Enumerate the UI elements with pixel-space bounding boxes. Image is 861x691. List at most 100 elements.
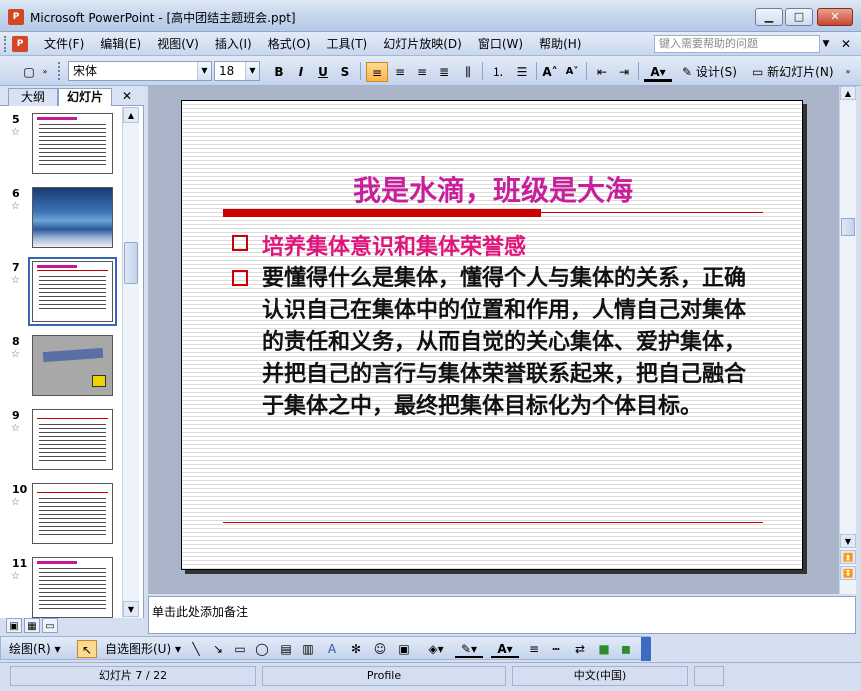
menu-edit[interactable]: 编辑(E) [92,36,149,52]
font-color-icon[interactable]: A▾ [491,640,519,658]
scroll-thumb[interactable] [841,218,855,236]
italic-button[interactable]: I [292,62,310,82]
slideshow-icon[interactable]: ▭ [42,618,58,633]
diagram-icon[interactable]: ✻ [347,640,365,658]
chevron-down-icon[interactable]: ▼ [818,35,834,53]
fill-color-icon[interactable]: ◈▾ [423,640,449,658]
bold-button[interactable]: B [270,62,288,82]
thumbnail-item[interactable]: 7 ☆ [0,257,122,331]
decrease-font-icon[interactable]: A˅ [562,62,582,82]
menu-grip[interactable] [4,36,7,52]
bullets-icon[interactable]: ☰ [512,62,532,82]
notes-pane[interactable]: 单击此处添加备注 [148,596,856,634]
toolbar-options-icon[interactable]: » [842,62,854,82]
next-slide-icon[interactable]: ⏬ [840,566,856,580]
slide-thumbnail[interactable] [32,335,113,396]
slide-thumbnail[interactable] [32,483,113,544]
new-document-icon[interactable]: ▢ [20,62,38,82]
menu-insert[interactable]: 插入(I) [207,36,260,52]
thumbnail-item[interactable]: 9 ☆ [0,409,122,479]
increase-indent-icon[interactable]: ⇥ [614,62,634,82]
font-size-select[interactable]: 18 ▼ [214,61,260,81]
scroll-up-icon[interactable]: ▲ [840,86,856,100]
vertical-textbox-icon[interactable]: ▥ [299,640,317,658]
tab-outline[interactable]: 大纲 [8,88,58,106]
clipart-icon[interactable]: ☺ [371,640,389,658]
decrease-indent-icon[interactable]: ⇤ [592,62,612,82]
line-style-icon[interactable]: ≡ [525,640,543,658]
picture-icon[interactable]: ▣ [395,640,413,658]
thumbnail-item[interactable]: 10 ☆ [0,483,122,553]
toolbar-options-icon[interactable] [641,637,651,661]
slide-thumbnail[interactable] [32,557,113,618]
bullet-text-1[interactable]: 培养集体意识和集体荣誉感 [262,229,526,261]
3d-style-icon[interactable]: ◼ [617,640,635,658]
menu-help[interactable]: 帮助(H) [531,36,589,52]
doc-close-icon[interactable]: ✕ [838,36,854,52]
slide-thumbnail[interactable] [32,187,113,248]
menu-window[interactable]: 窗口(W) [470,36,531,52]
menu-slideshow[interactable]: 幻灯片放映(D) [375,36,470,52]
wordart-icon[interactable]: A [323,640,341,658]
thumbnail-item[interactable]: 8 ☆ [0,335,122,405]
autoshape-menu[interactable]: 自选图形(U) ▾ [105,640,181,658]
slide-scrollbar[interactable]: ▲ ▼ ⏫ ⏬ [839,86,856,594]
scroll-down-icon[interactable]: ▼ [840,534,856,548]
numbering-icon[interactable]: ⒈ [488,62,508,82]
menu-format[interactable]: 格式(O) [260,36,319,52]
close-icon[interactable]: ✕ [120,89,134,103]
distribute-icon[interactable]: ⫼ [458,62,478,82]
close-button[interactable]: ✕ [817,8,853,26]
rectangle-icon[interactable]: ▭ [231,640,249,658]
thumbnail-item[interactable]: 6 ☆ [0,187,122,257]
toolbar-grip[interactable] [58,62,61,80]
slide-title[interactable]: 我是水滴，班级是大海 [182,169,804,209]
tab-slides[interactable]: 幻灯片 [58,88,112,106]
scroll-down-icon[interactable]: ▼ [123,601,139,617]
thumbnail-scrollbar[interactable]: ▲ ▼ [122,107,139,618]
underline-button[interactable]: U [314,62,332,82]
align-right-icon[interactable]: ≡ [412,62,432,82]
document-icon[interactable]: P [12,36,28,52]
dash-style-icon[interactable]: ┅ [547,640,565,658]
toolbar-options-icon[interactable]: » [40,62,50,82]
normal-view-icon[interactable]: ▣ [6,618,22,633]
increase-font-icon[interactable]: A˄ [540,62,560,82]
shadow-button[interactable]: S [336,62,354,82]
line-icon[interactable]: ╲ [187,640,205,658]
slide-sorter-icon[interactable]: ▦ [24,618,40,633]
slide-thumbnail-selected[interactable] [28,257,117,326]
scroll-thumb[interactable] [124,242,138,284]
chevron-down-icon[interactable]: ▼ [245,62,259,80]
select-arrow-icon[interactable]: ↖ [77,640,97,658]
textbox-icon[interactable]: ▤ [277,640,295,658]
help-search-input[interactable]: 键入需要帮助的问题 [654,35,820,53]
thumbnail-item[interactable]: 11 ☆ [0,557,122,618]
font-color-icon[interactable]: A▾ [644,62,672,82]
notes-placeholder[interactable]: 单击此处添加备注 [152,603,248,620]
previous-slide-icon[interactable]: ⏫ [840,550,856,564]
maximize-button[interactable]: □ [785,8,813,26]
slide-thumbnail[interactable] [32,113,113,174]
scroll-up-icon[interactable]: ▲ [123,107,139,123]
shadow-style-icon[interactable]: ■ [595,640,613,658]
chevron-down-icon[interactable]: ▼ [197,62,211,80]
justify-icon[interactable]: ≣ [434,62,454,82]
align-center-icon[interactable]: ≡ [390,62,410,82]
minimize-button[interactable]: ▁ [755,8,783,26]
slide-thumbnail[interactable] [32,409,113,470]
draw-menu[interactable]: 绘图(R) ▾ [9,640,61,658]
bullet-text-2[interactable]: 要懂得什么是集体，懂得个人与集体的关系，正确认识自己在集体中的位置和作用，人情自… [262,263,762,423]
menu-view[interactable]: 视图(V) [149,36,207,52]
slide-canvas[interactable]: 我是水滴，班级是大海 培养集体意识和集体荣誉感 要懂得什么是集体，懂得个人与集体… [181,100,803,570]
new-slide-button[interactable]: ▭ 新幻灯片(N) [752,62,838,82]
menu-file[interactable]: 文件(F) [36,36,92,52]
align-left-icon[interactable]: ≡ [366,62,388,82]
arrow-icon[interactable]: ↘ [209,640,227,658]
menu-tools[interactable]: 工具(T) [319,36,376,52]
line-color-icon[interactable]: ✎▾ [455,640,483,658]
thumbnail-item[interactable]: 5 ☆ [0,113,122,183]
arrow-style-icon[interactable]: ⇄ [571,640,589,658]
font-name-select[interactable]: 宋体 ▼ [68,61,212,81]
design-button[interactable]: ✎ 设计(S) [682,62,750,82]
